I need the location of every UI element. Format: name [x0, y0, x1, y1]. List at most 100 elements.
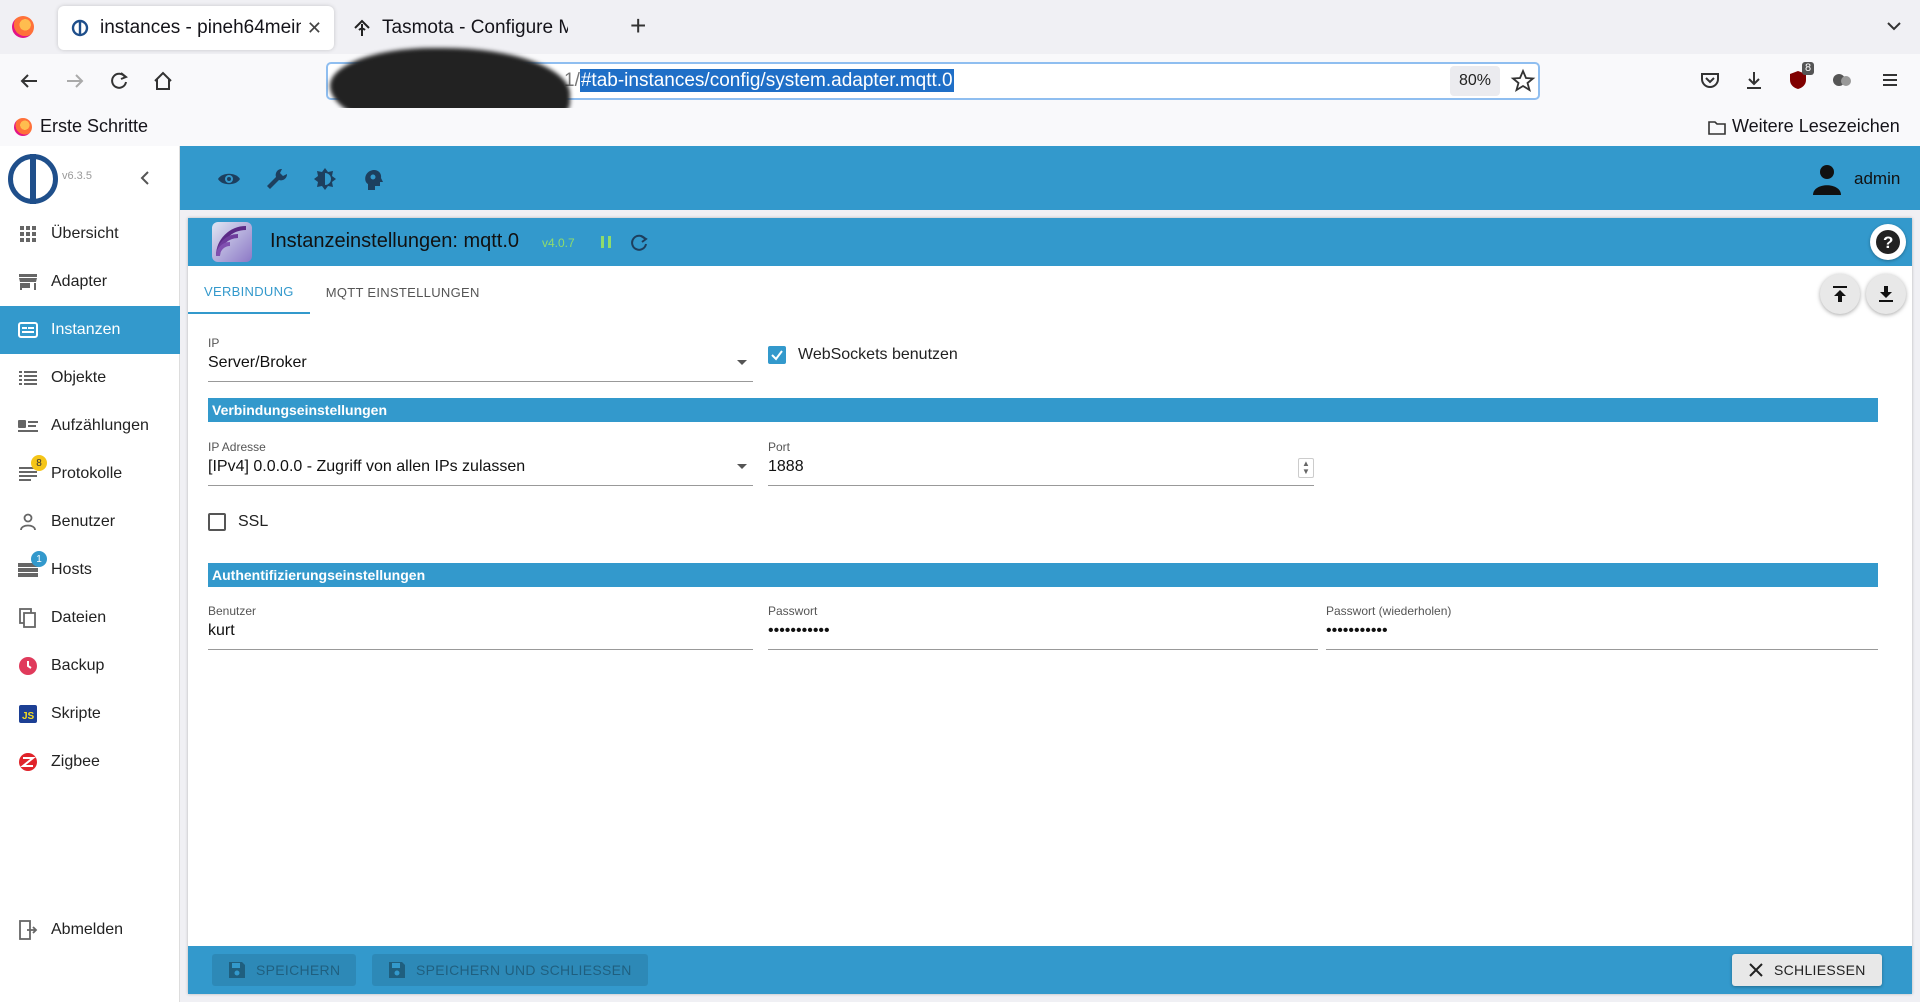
sidebar-item-label: Backup [51, 657, 105, 674]
pocket-icon[interactable] [1696, 66, 1724, 94]
field-label: Port [768, 440, 791, 454]
save-and-close-button[interactable]: SPEICHERN UND SCHLIESSEN [372, 954, 648, 986]
forward-icon[interactable] [60, 66, 90, 96]
new-tab-button[interactable]: + [630, 12, 646, 40]
iobroker-favicon-icon [70, 18, 90, 38]
logout-button[interactable]: Abmelden [0, 906, 180, 954]
wrench-icon[interactable] [264, 166, 290, 192]
field-label: Passwort [768, 604, 818, 618]
number-spinner-icon[interactable]: ▲ ▼ [1298, 458, 1314, 478]
firefox-icon [14, 117, 32, 136]
save-icon [388, 961, 406, 979]
port-input[interactable]: Port 1888 ▲ ▼ [768, 440, 1314, 486]
dialog-footer: SPEICHERN SPEICHERN UND SCHLIESSEN SCHLI… [188, 946, 1912, 994]
eye-icon[interactable] [216, 166, 242, 192]
downloads-icon[interactable] [1740, 66, 1768, 94]
bookmark-other-bookmarks[interactable]: Weitere Lesezeichen [1708, 116, 1900, 137]
sidebar-item-objekte[interactable]: Objekte [0, 354, 180, 402]
caret-down-icon [737, 360, 747, 365]
upload-icon [1833, 286, 1847, 302]
instance-version: v4.0.7 [542, 236, 575, 250]
bookmark-erste-schritte[interactable]: Erste Schritte [14, 116, 148, 137]
tab-title: Tasmota - Configure MQ [382, 17, 568, 38]
hosts-count-badge: 1 [31, 551, 47, 567]
download-config-button[interactable] [1866, 274, 1906, 314]
iobroker-logo[interactable] [8, 154, 58, 204]
save-button[interactable]: SPEICHERN [212, 954, 357, 986]
bookmark-label: Erste Schritte [40, 116, 149, 136]
hamburger-menu-icon[interactable] [1876, 66, 1904, 94]
files-icon [17, 607, 39, 629]
bookmarks-toolbar: Erste Schritte Weitere Lesezeichen [0, 108, 1920, 146]
reload-icon[interactable] [104, 66, 134, 96]
sidebar-item-label: Aufzählungen [51, 417, 149, 434]
sidebar-item-hosts[interactable]: 1 Hosts [0, 546, 180, 594]
back-icon[interactable] [14, 66, 44, 96]
sidebar-item-uebersicht[interactable]: Übersicht [0, 210, 180, 258]
mqtt-adapter-logo [212, 222, 252, 262]
url-text[interactable]: 1/#tab-instances/config/system.adapter.m… [564, 69, 954, 92]
instance-title: Instanzeinstellungen: mqtt.0 [270, 230, 520, 252]
sidebar-item-benutzer[interactable]: Benutzer [0, 498, 180, 546]
extension-icon[interactable] [1828, 66, 1856, 94]
help-button[interactable]: ? [1870, 224, 1906, 260]
collapse-sidebar-icon[interactable] [136, 168, 156, 188]
firefox-icon[interactable] [12, 16, 34, 38]
sidebar-item-label: Zigbee [51, 753, 100, 770]
field-label: IP [208, 336, 220, 350]
browser-tab-instances[interactable]: instances - pineh64mein ✕ [58, 6, 334, 50]
user-menu[interactable]: admin [1810, 162, 1900, 196]
section-connection-header: Verbindungseinstellungen [208, 398, 1878, 422]
ssl-checkbox[interactable]: SSL [208, 513, 268, 531]
restart-instance-icon[interactable] [628, 232, 650, 254]
sidebar-item-label: Objekte [51, 369, 107, 386]
zoom-level-button[interactable]: 80% [1450, 66, 1500, 96]
bookmark-star-icon[interactable] [1510, 68, 1536, 94]
upload-config-button[interactable] [1820, 274, 1860, 314]
sidebar-item-skripte[interactable]: JS Skripte [0, 690, 180, 738]
logout-icon [17, 919, 39, 941]
pause-icon[interactable] [596, 232, 616, 252]
list-all-tabs-icon[interactable] [1884, 16, 1904, 36]
ip-type-select[interactable]: IP Server/Broker [208, 336, 753, 382]
websockets-checkbox[interactable]: WebSockets benutzen [768, 346, 958, 364]
close-button[interactable]: SCHLIESSEN [1732, 954, 1882, 986]
sidebar-item-protokolle[interactable]: 8 Protokolle [0, 450, 180, 498]
home-icon[interactable] [148, 66, 178, 96]
expert-mode-icon[interactable] [360, 166, 386, 192]
browser-tab-tasmota[interactable]: Tasmota - Configure MQ [340, 6, 580, 50]
tab-verbindung[interactable]: VERBINDUNG [188, 270, 310, 314]
ip-address-select[interactable]: IP Adresse [IPv4] 0.0.0.0 - Zugriff von … [208, 440, 753, 486]
field-value: ••••••••••• [768, 622, 830, 639]
checkbox-label: SSL [238, 513, 269, 530]
sidebar-item-backup[interactable]: Backup [0, 642, 180, 690]
checkbox-unchecked-icon [208, 513, 226, 531]
password-input[interactable]: Passwort ••••••••••• [768, 604, 1318, 650]
sidebar-item-aufzaehlungen[interactable]: Aufzählungen [0, 402, 180, 450]
save-label: SPEICHERN [256, 962, 341, 978]
sidebar-item-dateien[interactable]: Dateien [0, 594, 180, 642]
sidebar-item-instanzen[interactable]: Instanzen [0, 306, 180, 354]
field-value: 1888 [768, 458, 804, 475]
password-repeat-input[interactable]: Passwort (wiederholen) ••••••••••• [1326, 604, 1878, 650]
store-icon [17, 271, 39, 293]
sidebar-item-adapter[interactable]: Adapter [0, 258, 180, 306]
save-icon [228, 961, 246, 979]
svg-text:JS: JS [22, 711, 35, 722]
instances-icon [17, 319, 39, 341]
checkbox-checked-icon [768, 346, 786, 364]
close-tab-icon[interactable]: ✕ [307, 18, 322, 39]
backup-icon [17, 655, 39, 677]
field-value: kurt [208, 622, 235, 639]
checkbox-label: WebSockets benutzen [798, 346, 958, 363]
save-close-label: SPEICHERN UND SCHLIESSEN [416, 962, 632, 978]
brightness-icon[interactable] [312, 166, 338, 192]
sidebar-item-zigbee[interactable]: Zigbee [0, 738, 180, 786]
username-input[interactable]: Benutzer kurt [208, 604, 753, 650]
app-header: admin [180, 146, 1920, 210]
field-value: Server/Broker [208, 354, 307, 371]
sidebar-item-label: Hosts [51, 561, 92, 578]
tab-mqtt-einstellungen[interactable]: MQTT EINSTELLUNGEN [310, 270, 496, 314]
config-tabs: VERBINDUNG MQTT EINSTELLUNGEN [188, 270, 496, 314]
user-name: admin [1854, 169, 1901, 188]
